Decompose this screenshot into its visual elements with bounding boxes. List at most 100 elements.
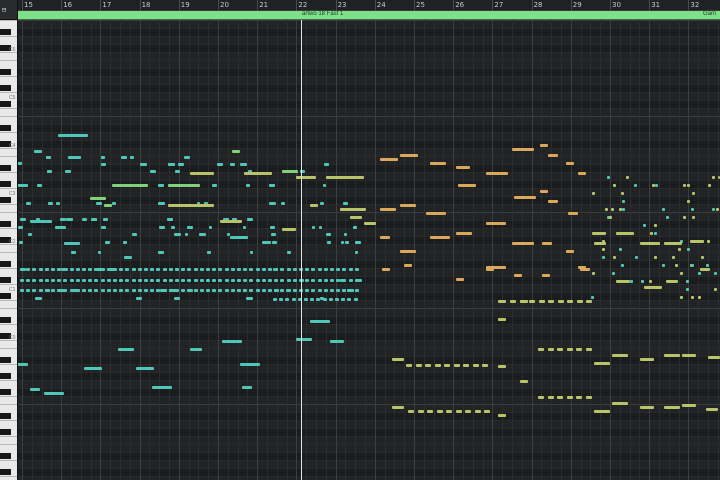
midi-note[interactable] — [26, 279, 31, 282]
midi-note[interactable] — [35, 297, 42, 300]
midi-note[interactable] — [282, 228, 296, 231]
midi-note[interactable] — [88, 268, 93, 271]
midi-note[interactable] — [548, 200, 558, 203]
midi-note[interactable] — [342, 202, 348, 205]
midi-note[interactable] — [650, 232, 654, 235]
midi-note[interactable] — [224, 289, 229, 292]
midi-note[interactable] — [123, 241, 127, 244]
midi-note[interactable] — [184, 233, 189, 236]
midi-note[interactable] — [453, 364, 460, 367]
midi-note[interactable] — [118, 348, 134, 351]
midi-note[interactable] — [222, 340, 242, 343]
midi-note[interactable] — [18, 363, 28, 366]
black-key[interactable] — [0, 197, 11, 203]
midi-note[interactable] — [167, 218, 173, 221]
midi-note[interactable] — [103, 218, 109, 221]
midi-note[interactable] — [456, 232, 472, 235]
midi-note[interactable] — [568, 212, 578, 215]
midi-note[interactable] — [125, 279, 130, 282]
midi-note[interactable] — [311, 268, 316, 271]
midi-note[interactable] — [48, 202, 52, 205]
midi-note[interactable] — [653, 224, 657, 227]
midi-note[interactable] — [63, 289, 68, 292]
midi-note[interactable] — [682, 216, 686, 219]
midi-note[interactable] — [520, 380, 528, 383]
midi-note[interactable] — [621, 192, 624, 195]
midi-note[interactable] — [75, 289, 80, 292]
midi-note[interactable] — [94, 289, 99, 292]
midi-note[interactable] — [664, 354, 680, 357]
midi-note[interactable] — [44, 392, 64, 395]
midi-note[interactable] — [664, 242, 682, 245]
midi-note[interactable] — [548, 154, 558, 157]
midi-note[interactable] — [82, 279, 86, 282]
midi-note[interactable] — [150, 268, 155, 271]
midi-note[interactable] — [93, 218, 97, 221]
midi-note[interactable] — [342, 279, 347, 282]
midi-note[interactable] — [20, 289, 24, 292]
midi-note[interactable] — [698, 272, 702, 275]
midi-note[interactable] — [616, 280, 630, 283]
midi-note[interactable] — [121, 156, 127, 159]
midi-note[interactable] — [268, 279, 272, 282]
midi-note[interactable] — [119, 279, 124, 282]
black-key[interactable] — [0, 221, 11, 227]
midi-note[interactable] — [342, 268, 347, 271]
midi-note[interactable] — [578, 172, 586, 175]
black-key[interactable] — [0, 261, 11, 267]
midi-note[interactable] — [353, 226, 357, 229]
midi-note[interactable] — [159, 226, 166, 229]
midi-note[interactable] — [264, 241, 271, 244]
midi-note[interactable] — [261, 289, 266, 292]
midi-note[interactable] — [88, 279, 93, 282]
midi-note[interactable] — [94, 279, 99, 282]
midi-note[interactable] — [90, 197, 106, 200]
midi-note[interactable] — [270, 226, 276, 229]
midi-note[interactable] — [249, 279, 254, 282]
midi-note[interactable] — [246, 184, 251, 187]
midi-note[interactable] — [400, 204, 416, 207]
midi-note[interactable] — [538, 300, 545, 303]
midi-note[interactable] — [63, 279, 68, 282]
midi-note[interactable] — [408, 410, 414, 413]
black-key[interactable] — [0, 413, 11, 419]
black-key[interactable] — [0, 429, 11, 435]
midi-note[interactable] — [26, 289, 31, 292]
piano-keyboard[interactable]: C6 C5 C4 C3 C2 C1 C0 — [0, 20, 18, 480]
midi-note[interactable] — [486, 268, 494, 271]
midi-note[interactable] — [212, 289, 217, 292]
midi-note[interactable] — [622, 208, 625, 211]
midi-note[interactable] — [206, 279, 210, 282]
midi-note[interactable] — [199, 268, 204, 271]
midi-note[interactable] — [347, 298, 352, 301]
midi-note[interactable] — [27, 233, 32, 236]
midi-note[interactable] — [243, 289, 248, 292]
midi-note[interactable] — [268, 184, 276, 187]
midi-note[interactable] — [230, 236, 248, 239]
midi-note[interactable] — [230, 279, 235, 282]
midi-note[interactable] — [96, 202, 103, 205]
midi-note[interactable] — [310, 320, 330, 323]
midi-note[interactable] — [100, 268, 105, 271]
midi-note[interactable] — [380, 208, 396, 211]
midi-note[interactable] — [32, 279, 37, 282]
midi-note[interactable] — [125, 289, 130, 292]
midi-note[interactable] — [594, 410, 610, 413]
midi-note[interactable] — [136, 367, 154, 370]
midi-note[interactable] — [323, 279, 328, 282]
midi-note[interactable] — [576, 300, 583, 303]
midi-note[interactable] — [168, 268, 173, 271]
midi-note[interactable] — [326, 233, 331, 236]
midi-note[interactable] — [711, 208, 715, 211]
midi-note[interactable] — [547, 396, 554, 399]
midi-note[interactable] — [69, 279, 74, 282]
midi-note[interactable] — [193, 268, 198, 271]
midi-note[interactable] — [364, 222, 376, 225]
midi-note[interactable] — [498, 300, 506, 303]
midi-note[interactable] — [66, 170, 72, 173]
midi-note[interactable] — [94, 268, 99, 271]
midi-note[interactable] — [316, 298, 321, 301]
midi-note[interactable] — [640, 406, 654, 409]
midi-note[interactable] — [594, 362, 610, 365]
midi-note[interactable] — [280, 268, 285, 271]
